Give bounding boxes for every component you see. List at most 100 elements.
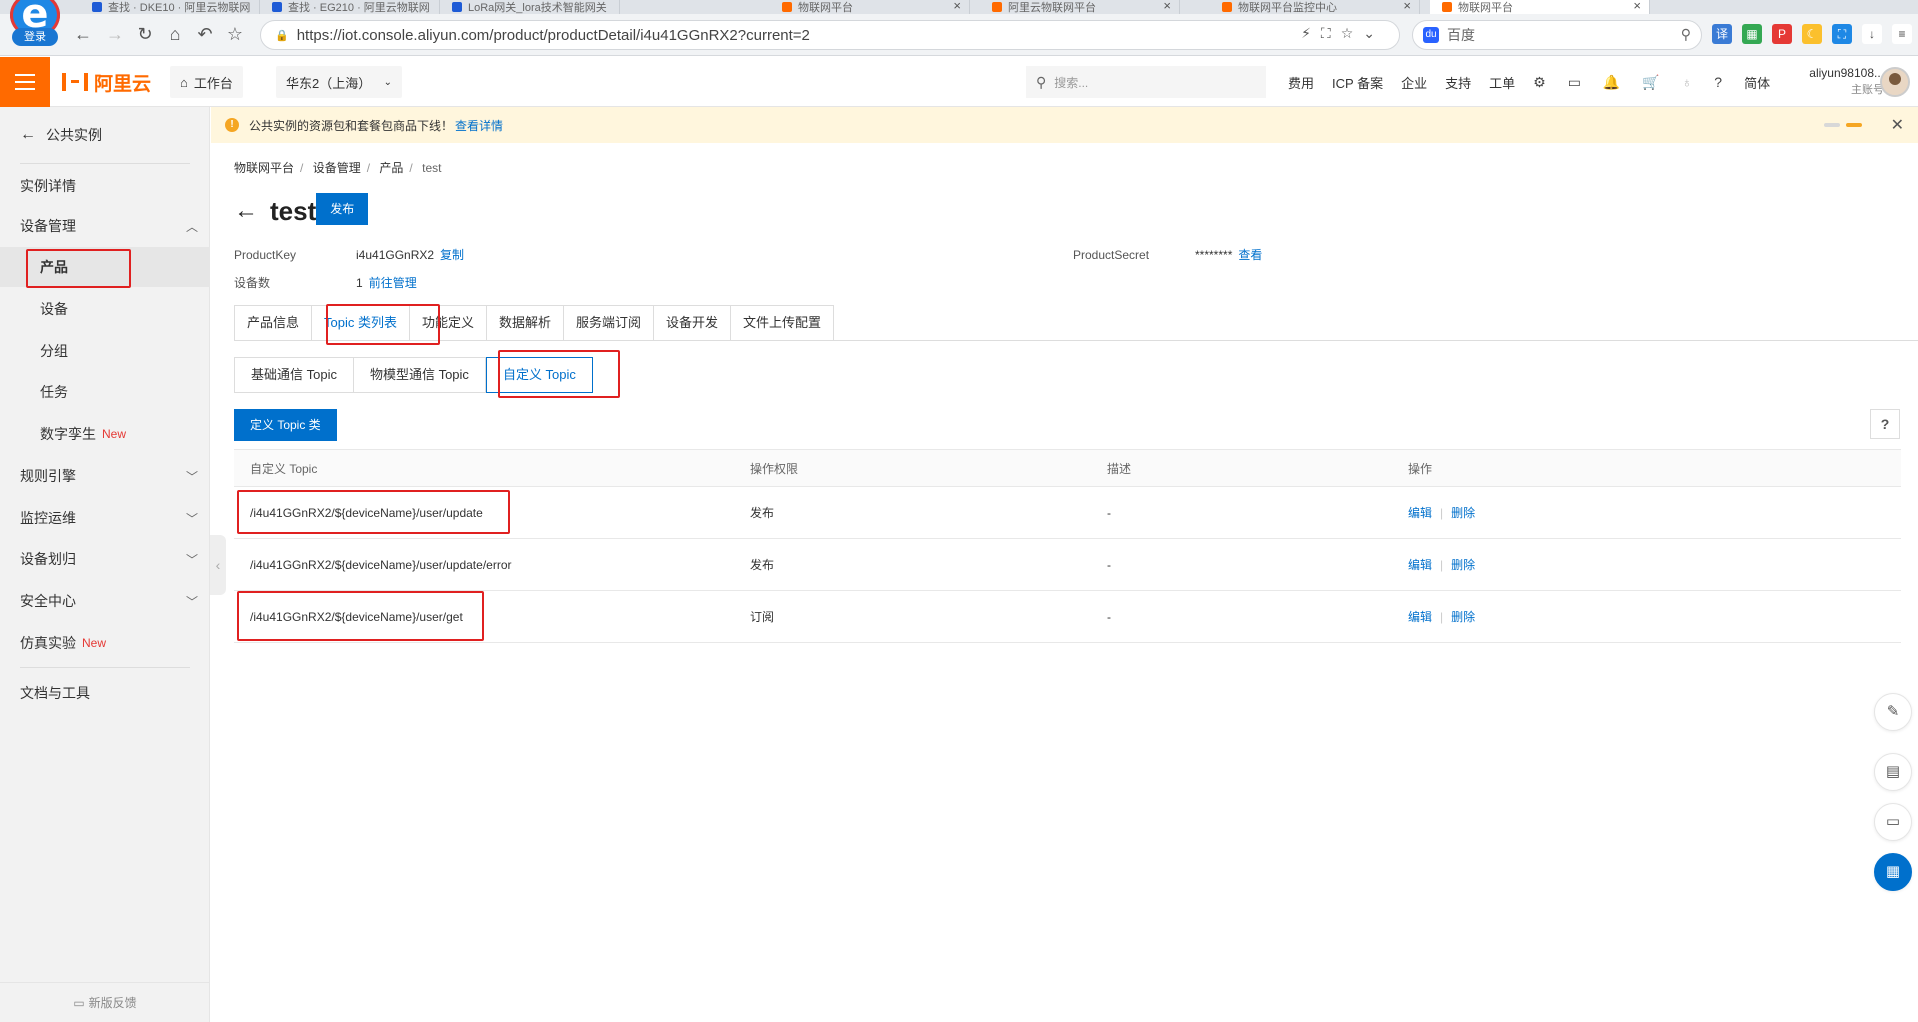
sidebar-item-product[interactable]: 产品 [0, 247, 210, 287]
close-icon[interactable]: × [1163, 0, 1171, 13]
book-icon[interactable]: ▤ [1874, 753, 1912, 791]
sidebar-item-digital-twin[interactable]: 数字孪生 New [0, 414, 210, 454]
sidebar-item-instance-detail[interactable]: 实例详情 [0, 166, 210, 206]
sidebar-item-simulation[interactable]: 仿真实验 New [0, 623, 210, 663]
sidebar-item-docs-tools[interactable]: 文档与工具 [0, 673, 210, 713]
lightbulb-icon[interactable]: ♁ [1682, 74, 1693, 90]
notice-pager[interactable] [1824, 123, 1862, 127]
notice-detail-link[interactable]: 查看详情 [455, 117, 503, 134]
bell-icon[interactable]: 🔔 [1603, 74, 1620, 91]
header-link-ticket[interactable]: 工单 [1489, 73, 1515, 92]
tab-file-upload-config[interactable]: 文件上传配置 [731, 305, 835, 341]
cloud-shell-icon[interactable]: ⚙ [1533, 74, 1546, 91]
terminal-icon[interactable]: ▭ [1568, 74, 1581, 91]
browser-tab[interactable]: LoRa网关_lora技术智能网关 [440, 0, 620, 14]
publish-button[interactable]: 发布 [316, 193, 369, 225]
browser-tab[interactable]: 查找 · EG210 · 阿里云物联网 [260, 0, 440, 14]
view-secret-link[interactable]: 查看 [1238, 248, 1262, 262]
breadcrumb-item[interactable]: 物联网平台 [234, 161, 294, 175]
sidebar-item-task[interactable]: 任务 [0, 372, 210, 412]
manage-devices-link[interactable]: 前往管理 [369, 276, 417, 290]
sidebar-item-device[interactable]: 设备 [0, 289, 210, 329]
tab-server-subscription[interactable]: 服务端订阅 [564, 305, 655, 341]
search-icon[interactable]: ⚲ [1681, 26, 1691, 43]
browser-search-input[interactable]: du 百度 ⚲ [1412, 20, 1702, 50]
delete-link[interactable]: 删除 [1451, 608, 1475, 625]
workbench-button[interactable]: ⌂ 工作台 [170, 66, 243, 98]
console-search-input[interactable]: ⚲ 搜索... [1026, 66, 1266, 98]
undo-icon[interactable]: ↶ [194, 23, 216, 45]
close-icon[interactable]: ✕ [1891, 115, 1904, 135]
region-select[interactable]: 华东2（上海） ⌄ [276, 66, 402, 98]
help-button[interactable]: ? [1870, 409, 1900, 439]
url-action-icons[interactable]: ⚡⛶☆⌄ [1301, 25, 1385, 42]
browser-tab[interactable]: 阿里云物联网平台 × [980, 0, 1180, 14]
crop-icon[interactable]: ⛶ [1832, 24, 1852, 44]
close-icon[interactable]: × [1633, 0, 1641, 13]
menu-hamburger-icon[interactable] [0, 57, 50, 107]
reload-icon[interactable]: ↻ [134, 23, 156, 45]
subtab-thing-model-topic[interactable]: 物模型通信 Topic [353, 357, 486, 393]
sidebar-item-monitoring[interactable]: 监控运维 ﹀ [0, 498, 210, 538]
sidebar-item-group[interactable]: 分组 [0, 331, 210, 371]
page-title-row: ← test 发布 [234, 193, 369, 229]
header-link-icp[interactable]: ICP 备案 [1332, 73, 1383, 92]
delete-link[interactable]: 删除 [1451, 504, 1475, 521]
edit-link[interactable]: 编辑 [1408, 556, 1432, 573]
back-arrow-icon[interactable]: ← [234, 197, 258, 225]
close-icon[interactable]: × [1403, 0, 1411, 13]
sidebar-item-device-management[interactable]: 设备管理 ︿ [0, 206, 210, 246]
header-link-support[interactable]: 支持 [1445, 73, 1471, 92]
edit-link[interactable]: 编辑 [1408, 608, 1432, 625]
subtab-basic-topic[interactable]: 基础通信 Topic [234, 357, 354, 393]
tab-device-development[interactable]: 设备开发 [654, 305, 732, 341]
sidebar-item-device-assignment[interactable]: 设备划归 ﹀ [0, 539, 210, 579]
favorite-star-icon[interactable]: ☆ [224, 23, 246, 45]
feedback-link[interactable]: ▭ 新版反馈 [0, 982, 210, 1022]
language-switch[interactable]: 简体 [1744, 73, 1770, 92]
menu-icon[interactable]: ≡ [1892, 24, 1912, 44]
pdf-icon[interactable]: P [1772, 24, 1792, 44]
login-badge[interactable]: 登录 [12, 28, 58, 46]
url-input[interactable]: 🔒 https://iot.console.aliyun.com/product… [260, 20, 1400, 50]
browser-tab[interactable]: 物联网平台监控中心 × [1210, 0, 1420, 14]
apps-grid-icon[interactable]: ▦ [1874, 853, 1912, 891]
sidebar-item-rule-engine[interactable]: 规则引擎 ﹀ [0, 456, 210, 496]
back-arrow-icon[interactable]: ← [72, 23, 94, 45]
browser-tab-active[interactable]: 物联网平台 × [1430, 0, 1650, 14]
edit-pen-icon[interactable]: ✎ [1874, 693, 1912, 731]
tab-data-parsing[interactable]: 数据解析 [487, 305, 565, 341]
sidebar-item-security-center[interactable]: 安全中心 ﹀ [0, 581, 210, 621]
tab-product-info[interactable]: 产品信息 [234, 305, 313, 341]
translate-icon[interactable]: 译 [1712, 24, 1732, 44]
delete-link[interactable]: 删除 [1451, 556, 1475, 573]
feedback-icon: ▭ [73, 995, 85, 1010]
aliyun-logo[interactable]: 阿里云 [62, 69, 151, 95]
header-link-fees[interactable]: 费用 [1288, 73, 1314, 92]
close-icon[interactable]: × [953, 0, 961, 13]
home-icon: ⌂ [180, 74, 188, 90]
browser-tab[interactable]: 查找 · DKE10 · 阿里云物联网 [80, 0, 260, 14]
back-to-instance[interactable]: ← 公共实例 [20, 125, 102, 145]
define-topic-button[interactable]: 定义 Topic 类 [234, 409, 337, 441]
avatar[interactable] [1880, 67, 1910, 97]
help-circle-icon[interactable]: ? [1714, 74, 1722, 90]
breadcrumb-item[interactable]: 产品 [379, 161, 403, 175]
night-mode-icon[interactable]: ☾ [1802, 24, 1822, 44]
browser-tab[interactable]: 物联网平台 × [770, 0, 970, 14]
breadcrumb-item[interactable]: 设备管理 [313, 161, 361, 175]
subtab-custom-topic[interactable]: 自定义 Topic [485, 357, 593, 393]
browser-logo[interactable]: e 登录 [6, 0, 64, 48]
edit-link[interactable]: 编辑 [1408, 504, 1432, 521]
cart-icon[interactable]: 🛒 [1642, 74, 1659, 91]
home-icon[interactable]: ⌂ [164, 23, 186, 45]
chat-icon[interactable]: ▭ [1874, 803, 1912, 841]
tab-feature-definition[interactable]: 功能定义 [409, 305, 487, 341]
download-icon[interactable]: ↓ [1862, 24, 1882, 44]
tab-topic-list[interactable]: Topic 类列表 [312, 305, 410, 341]
copy-link[interactable]: 复制 [440, 248, 464, 262]
user-account[interactable]: aliyun98108... 主账号 [1792, 65, 1884, 99]
forward-arrow-icon[interactable]: → [104, 23, 126, 45]
header-link-enterprise[interactable]: 企业 [1401, 73, 1427, 92]
apps-icon[interactable]: ▦ [1742, 24, 1762, 44]
